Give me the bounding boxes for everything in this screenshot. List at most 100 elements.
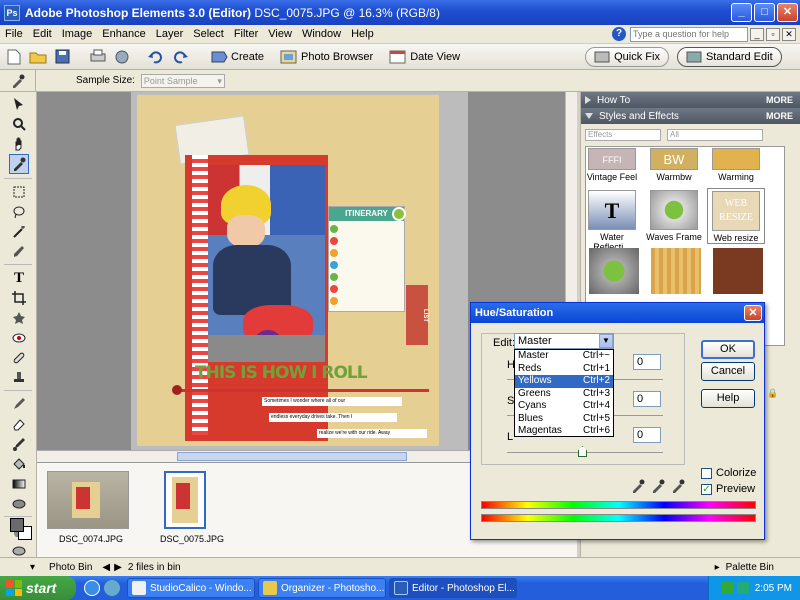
paint-bucket-icon[interactable] [9,454,29,474]
type-tool-icon[interactable]: T [9,268,29,288]
messenger-icon[interactable] [104,580,120,596]
eyedropper-icon[interactable] [0,69,36,92]
minimize-button[interactable]: _ [731,3,752,22]
new-file-icon[interactable] [4,47,24,67]
menu-file[interactable]: File [0,28,28,40]
zoom-tool-icon[interactable] [9,114,29,134]
move-tool-icon[interactable] [9,94,29,114]
selection-brush-icon[interactable] [9,242,29,262]
thumbnail-dsc0074[interactable] [47,471,129,529]
shape-tool-icon[interactable] [9,494,29,514]
doc-restore-button[interactable]: ▫ [766,27,780,41]
online-services-icon[interactable] [112,47,132,67]
effects-filter-select[interactable]: All [667,129,763,141]
style-waves-frame[interactable]: Waves Frame [645,190,703,242]
photo-bin-label[interactable]: Photo Bin [49,562,92,573]
preview-option[interactable]: ✓ Preview [701,483,755,495]
undo-icon[interactable] [146,47,166,67]
style-warmbw[interactable]: BW Warmbw [645,148,703,182]
clock[interactable]: 2:05 PM [755,583,792,594]
edit-channel-select[interactable]: Master ▼ [514,333,614,349]
channel-option-greens[interactable]: Greens Ctrl+3 [515,388,613,401]
menu-select[interactable]: Select [188,28,229,40]
ie-icon[interactable] [84,580,100,596]
dialog-title-bar[interactable]: Hue/Saturation ✕ [471,303,764,323]
doc-close-button[interactable]: ✕ [782,27,796,41]
style-swatch[interactable] [589,248,639,294]
pencil-tool-icon[interactable] [9,394,29,414]
eraser-tool-icon[interactable] [9,414,29,434]
tray-icon[interactable] [721,582,734,594]
preview-checkbox[interactable]: ✓ [701,483,712,495]
help-button[interactable]: Help [701,389,755,408]
lightness-input[interactable]: 0 [633,427,661,443]
channel-option-reds[interactable]: Reds Ctrl+1 [515,363,613,376]
eyedropper-tool-icon[interactable] [9,154,29,174]
thumbnail-dsc0075[interactable] [164,471,206,529]
chevron-right-icon[interactable]: ▸ [715,562,720,573]
style-swatch[interactable] [713,248,763,294]
style-water-reflection[interactable]: T Water Reflecti... [583,190,641,252]
brush-tool-icon[interactable] [9,434,29,454]
effects-category-select[interactable]: Effects [585,129,661,141]
close-button[interactable]: ✕ [777,3,798,22]
help-search-input[interactable] [630,26,748,42]
eyedropper-plus-icon[interactable] [651,479,665,496]
menu-image[interactable]: Image [57,28,98,40]
photo-browser-button[interactable]: Photo Browser [280,49,373,65]
task-organizer[interactable]: Organizer - Photosho... [258,578,386,598]
print-icon[interactable] [88,47,108,67]
sample-size-select[interactable]: Point Sample ▾ [140,73,225,88]
image-canvas[interactable]: ITINERARY LIST THIS IS HOW I ROLL Someti… [137,95,439,446]
saturation-input[interactable]: 0 [633,391,661,407]
palette-bin-label[interactable]: Palette Bin [726,562,774,573]
menu-help[interactable]: Help [346,28,379,40]
chevron-down-icon[interactable]: ▼ [599,334,613,348]
menu-edit[interactable]: Edit [28,28,57,40]
crop-tool-icon[interactable] [9,288,29,308]
menu-filter[interactable]: Filter [229,28,263,40]
ok-button[interactable]: OK [701,340,755,359]
clone-stamp-icon[interactable] [9,368,29,388]
style-warming[interactable]: Warming [707,148,765,182]
create-button[interactable]: Create [210,49,264,65]
next-icon[interactable]: ▶ [114,562,122,573]
help-question-icon[interactable]: ? [612,27,626,41]
task-studiocalico[interactable]: StudioCalico - Windo... [127,578,255,598]
save-icon[interactable] [52,47,72,67]
scroll-thumb[interactable] [177,452,407,461]
tray-icon[interactable] [736,582,749,594]
gradient-tool-icon[interactable] [9,474,29,494]
standard-edit-button[interactable]: Standard Edit [676,46,782,67]
chevron-down-icon[interactable]: ▾ [30,562,35,573]
style-web-resize[interactable]: WEB RESIZE Web resize [707,188,765,244]
menu-view[interactable]: View [263,28,297,40]
task-editor[interactable]: Editor - Photoshop El... [389,578,517,598]
eyedropper-icon[interactable] [631,479,645,496]
hand-tool-icon[interactable] [9,134,29,154]
more-button[interactable]: MORE [766,95,793,105]
style-swatch[interactable] [651,248,701,294]
red-eye-icon[interactable] [9,328,29,348]
magic-wand-icon[interactable] [9,222,29,242]
menu-layer[interactable]: Layer [151,28,189,40]
channel-option-cyans[interactable]: Cyans Ctrl+4 [515,400,613,413]
styles-effects-header[interactable]: Styles and Effects MORE [581,108,800,124]
lasso-tool-icon[interactable] [9,202,29,222]
marquee-tool-icon[interactable] [9,182,29,202]
eyedropper-minus-icon[interactable] [671,479,685,496]
channel-option-magentas[interactable]: Magentas Ctrl+6 [515,425,613,438]
menu-enhance[interactable]: Enhance [97,28,150,40]
previous-icon[interactable]: ◀ [102,562,110,573]
healing-brush-icon[interactable] [9,348,29,368]
title-bar[interactable]: Ps Adobe Photoshop Elements 3.0 (Editor)… [0,0,800,25]
colorize-checkbox[interactable] [701,467,712,479]
channel-option-blues[interactable]: Blues Ctrl+5 [515,413,613,426]
more-button[interactable]: MORE [766,111,793,121]
colorize-option[interactable]: Colorize [701,467,756,479]
open-folder-icon[interactable] [28,47,48,67]
cookie-cutter-icon[interactable] [9,308,29,328]
redo-icon[interactable] [170,47,190,67]
menu-window[interactable]: Window [297,28,346,40]
channel-option-master[interactable]: Master Ctrl+~ [515,350,613,363]
